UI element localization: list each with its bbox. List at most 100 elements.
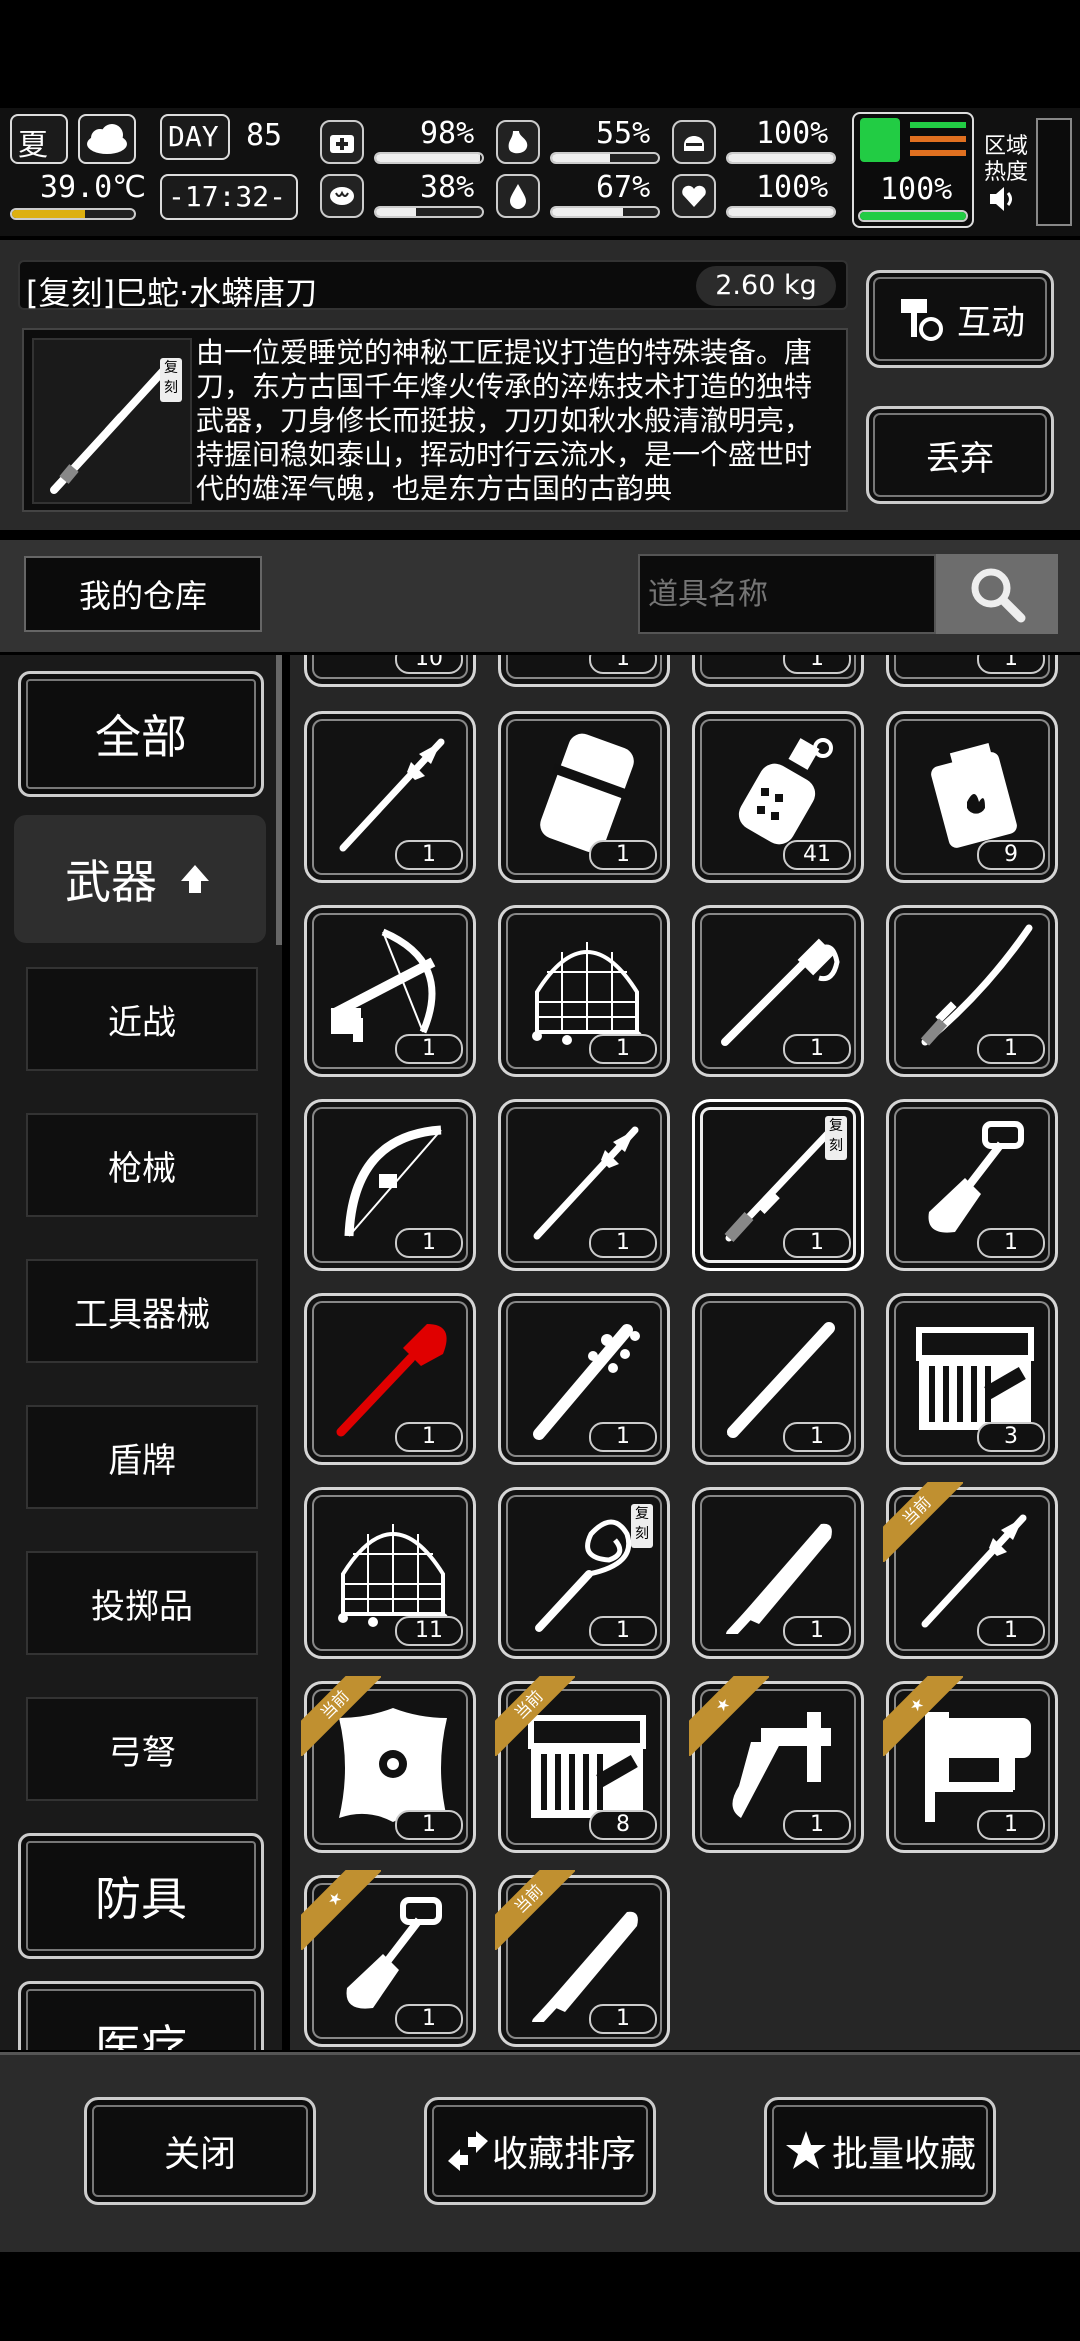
category-tools[interactable]: 工具器械 xyxy=(26,1259,258,1363)
item-slot[interactable]: 当前 1 xyxy=(883,1482,1058,1659)
remake-tag: 复刻 xyxy=(631,1504,653,1548)
item-slot[interactable]: 3 xyxy=(886,1293,1058,1465)
temperature-readout: 39.0℃ xyxy=(40,170,146,205)
search-input[interactable] xyxy=(638,554,936,634)
crossbow-icon xyxy=(330,928,436,1042)
item-info-panel: [复刻]巳蛇·水蟒唐刀 2.60 kg 复刻 由一位爱睡觉的神秘工匠提议打造的特… xyxy=(0,240,1080,530)
item-slot-selected[interactable]: 复刻 1 xyxy=(692,1099,864,1271)
hunger-value: 55% xyxy=(596,116,651,151)
category-shields[interactable]: 盾牌 xyxy=(26,1405,258,1509)
favorite-ribbon: ★ xyxy=(301,1870,381,1950)
item-count: 1 xyxy=(783,1616,851,1646)
close-button[interactable]: 关闭 xyxy=(84,2097,316,2205)
item-grid: 10 1 1 1 1 1 41 9 1 1 1 1 1 1 复刻 1 1 1 1 1 3 11 复刻 1 1 当前 1 当前 1 当前 8… xyxy=(290,655,1080,2050)
category-armor[interactable]: 防具 xyxy=(18,1833,264,1959)
item-count: 1 xyxy=(395,1228,463,1258)
item-slot[interactable]: 1 xyxy=(692,1487,864,1659)
item-slot[interactable]: 1 xyxy=(498,1293,670,1465)
item-count: 1 xyxy=(589,2004,657,2034)
baseball-bat-icon xyxy=(727,1322,835,1438)
category-medical[interactable]: 医疗 xyxy=(18,1981,264,2050)
interact-label: 互动 xyxy=(957,302,1025,343)
category-weapons[interactable]: 武器 xyxy=(14,815,266,943)
item-slot[interactable]: ★ 1 xyxy=(689,1676,864,1853)
item-slot[interactable]: 当前 1 xyxy=(495,1870,670,2047)
category-throwables[interactable]: 投掷品 xyxy=(26,1551,258,1655)
item-count: 1 xyxy=(589,1034,657,1064)
item-slot[interactable]: 1 xyxy=(498,905,670,1077)
category-melee[interactable]: 近战 xyxy=(26,967,258,1071)
water-drop-icon xyxy=(496,174,540,218)
search-button[interactable] xyxy=(936,554,1058,634)
item-name: [复刻]巳蛇·水蟒唐刀 xyxy=(26,274,318,312)
thirst-value: 67% xyxy=(596,170,651,205)
remake-tag: 复刻 xyxy=(160,358,182,402)
search-row: 我的仓库 xyxy=(0,540,1080,652)
discard-label: 丢弃 xyxy=(926,438,994,479)
game-screen: 夏 39.0℃ DAY 85 -17:32- 98% 55% 100% 38% … xyxy=(0,0,1080,2341)
category-bows[interactable]: 弓弩 xyxy=(26,1697,258,1801)
category-firearms-label: 枪械 xyxy=(108,1148,176,1189)
item-slot[interactable]: 1 xyxy=(692,655,864,687)
item-slot[interactable]: 1 xyxy=(498,655,670,687)
item-slot[interactable]: 复刻 1 xyxy=(498,1487,670,1659)
item-slot[interactable]: 1 xyxy=(886,905,1058,1077)
item-count: 11 xyxy=(395,1616,463,1646)
warehouse-button[interactable]: 我的仓库 xyxy=(24,556,262,632)
item-slot[interactable]: 10 xyxy=(304,655,476,687)
sanity-value: 38% xyxy=(420,170,475,205)
stomach-icon xyxy=(496,120,540,164)
mood-bar xyxy=(726,206,836,218)
thirst-bar xyxy=(550,206,660,218)
item-slot[interactable]: 41 xyxy=(692,711,864,883)
item-slot[interactable]: ★ 1 xyxy=(301,1870,476,2047)
sanity-bar xyxy=(374,206,484,218)
item-slot[interactable]: 1 xyxy=(304,905,476,1077)
item-slot[interactable]: 1 xyxy=(498,711,670,883)
item-slot[interactable]: 9 xyxy=(886,711,1058,883)
sidebar-scrollbar[interactable] xyxy=(276,655,282,945)
helmet-icon xyxy=(672,120,716,164)
hammer-hand-icon xyxy=(901,299,943,341)
speaker-icon[interactable] xyxy=(986,182,1020,220)
item-slot[interactable]: ★ 1 xyxy=(883,1676,1058,1853)
item-title-bar: [复刻]巳蛇·水蟒唐刀 2.60 kg xyxy=(18,260,848,312)
mood-value: 100% xyxy=(756,170,829,205)
star-icon xyxy=(785,2131,826,2169)
item-slot[interactable]: 1 xyxy=(692,1293,864,1465)
armor-bar xyxy=(726,152,836,164)
health-bar xyxy=(374,152,484,164)
sort-favorites-button[interactable]: 收藏排序 xyxy=(424,2097,656,2205)
batch-favorite-button[interactable]: 批量收藏 xyxy=(764,2097,996,2205)
riot-shield-icon xyxy=(540,733,634,853)
category-bows-label: 弓弩 xyxy=(108,1732,176,1773)
item-count: 1 xyxy=(589,1422,657,1452)
item-slot[interactable]: 1 xyxy=(886,655,1058,687)
item-slot[interactable]: 当前 8 xyxy=(495,1676,670,1853)
interact-button[interactable]: 互动 xyxy=(866,270,1054,368)
red-shovel-icon xyxy=(336,1324,447,1437)
item-slot[interactable]: 1 xyxy=(304,1293,476,1465)
item-slot[interactable]: 当前 1 xyxy=(301,1676,476,1853)
stamina-panel: 100% xyxy=(852,112,974,228)
item-count: 1 xyxy=(977,1616,1045,1646)
item-slot[interactable]: 1 xyxy=(886,1099,1058,1271)
category-armor-label: 防具 xyxy=(95,1872,187,1926)
item-slot[interactable]: 1 xyxy=(304,711,476,883)
category-all[interactable]: 全部 xyxy=(18,671,264,797)
category-melee-label: 近战 xyxy=(108,1002,176,1043)
remake-tag: 复刻 xyxy=(825,1116,847,1160)
discard-button[interactable]: 丢弃 xyxy=(866,406,1054,504)
category-sidebar: 全部 武器 近战 枪械 工具器械 盾牌 投掷品 弓弩 防具 医疗 xyxy=(0,655,282,2050)
item-count: 1 xyxy=(783,1422,851,1452)
category-firearms[interactable]: 枪械 xyxy=(26,1113,258,1217)
item-slot[interactable]: 1 xyxy=(304,1099,476,1271)
item-count: 1 xyxy=(783,1810,851,1840)
item-count: 1 xyxy=(977,1228,1045,1258)
item-slot[interactable]: 1 xyxy=(498,1099,670,1271)
item-slot[interactable]: 11 xyxy=(304,1487,476,1659)
machete-icon xyxy=(726,1523,832,1634)
batch-favorite-label: 批量收藏 xyxy=(831,2134,976,2175)
ribbon-label: ★ xyxy=(689,1676,769,1756)
item-slot[interactable]: 1 xyxy=(692,905,864,1077)
